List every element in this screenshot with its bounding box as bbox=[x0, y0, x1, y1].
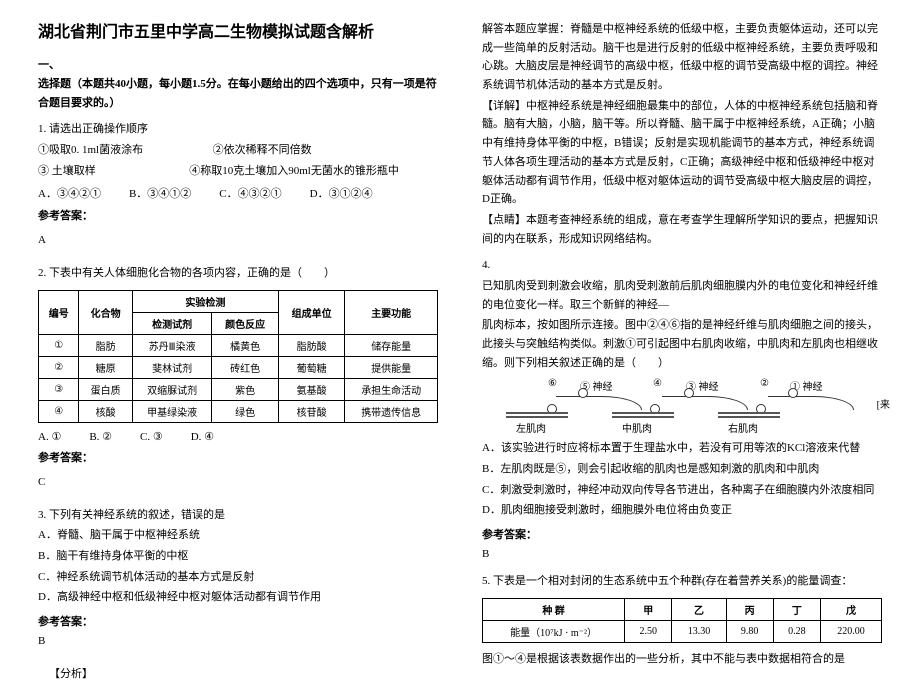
q2-h-c2: 化合物 bbox=[79, 290, 132, 334]
right-muscle bbox=[718, 412, 780, 418]
q5-table: 种 群 甲 乙 丙 丁 戊 能量（10⁷kJ · m⁻²） 2.50 13.30… bbox=[482, 598, 882, 643]
q2-answer: C bbox=[38, 473, 438, 492]
q1-answer: A bbox=[38, 231, 438, 250]
table-row: ①脂肪苏丹Ⅲ染液橘黄色脂肪酸储存能量 bbox=[39, 334, 438, 356]
nerve-curve5 bbox=[556, 396, 642, 410]
q4-stem-a: 已知肌肉受到刺激会收缩，肌肉受刺激前后肌肉细胞膜内外的电位变化和神经纤维的电位变… bbox=[482, 277, 882, 314]
q1-opt-d: D．③①②④ bbox=[310, 185, 373, 201]
q4-answer: B bbox=[482, 545, 882, 564]
table-row: 能量（10⁷kJ · m⁻²） 2.50 13.30 9.80 0.28 220… bbox=[483, 620, 882, 642]
q2-h-c3a: 检测试剂 bbox=[132, 312, 212, 334]
q1-opt-a: A．③④②① bbox=[38, 185, 101, 201]
section1-number: 一、 bbox=[38, 56, 438, 72]
mid-muscle-label: 中肌肉 bbox=[622, 420, 652, 435]
q2-opt-a: A. ① bbox=[38, 430, 61, 443]
left-muscle-label: 左肌肉 bbox=[516, 420, 546, 435]
q1-opt-b: B．③④①② bbox=[129, 185, 191, 201]
table-row: ④核酸甲基绿染液绿色核苷酸携带遗传信息 bbox=[39, 400, 438, 422]
marker2-label: ② bbox=[760, 378, 769, 389]
q2-opt-c: C. ③ bbox=[140, 430, 163, 443]
q3-opt-a: A．脊髓、脑干属于中枢神经系统 bbox=[38, 526, 438, 545]
q2-h-c3: 实验检测 bbox=[132, 290, 278, 312]
q1-step-row1: ①吸取0. 1ml菌液涂布 ②依次稀释不同倍数 bbox=[38, 141, 438, 160]
nerve-curve1 bbox=[768, 396, 854, 410]
q4-opt-d: D．肌肉细胞接受刺激时，细胞膜外电位将由负变正 bbox=[482, 501, 882, 520]
q5-stem: 5. 下表是一个相对封闭的生态系统中五个种群(存在着营养关系)的能量调查： bbox=[482, 572, 882, 591]
q4-number: 4. bbox=[482, 256, 882, 275]
q3-stem: 3. 下列有关神经系统的叙述，错误的是 bbox=[38, 506, 438, 525]
mid-muscle bbox=[612, 412, 674, 418]
q1-stem: 1. 请选出正确操作顺序 bbox=[38, 120, 438, 139]
q5-followup: 图①～④是根据该表数据作出的一些分析，其中不能与表中数据相符合的是 bbox=[482, 650, 882, 669]
diagram-annotation-lai: [来 bbox=[877, 396, 890, 411]
left-muscle bbox=[506, 412, 568, 418]
q2-h-c5: 主要功能 bbox=[345, 290, 438, 334]
q2-answer-label: 参考答案： bbox=[38, 449, 438, 465]
q1-step1: ①吸取0. 1ml菌液涂布 bbox=[38, 144, 143, 156]
q2-stem: 2. 下表中有关人体细胞化合物的各项内容，正确的是（ ） bbox=[38, 264, 438, 283]
q3-analysis-label: 【分析】 bbox=[38, 665, 438, 683]
q4-opt-c: C．刺激受刺激时，神经冲动双向传导各节进出，各种离子在细胞膜内外浓度相同 bbox=[482, 481, 882, 500]
q2-h-c4: 组成单位 bbox=[278, 290, 345, 334]
nerve-curve3 bbox=[662, 396, 748, 410]
q1-options: A．③④②① B．③④①② C．④③②① D．③①②④ bbox=[38, 185, 438, 201]
q3-opt-b: B．脑干有维持身体平衡的中枢 bbox=[38, 547, 438, 566]
q1-opt-c: C．④③②① bbox=[219, 185, 281, 201]
q4-opt-a: A．该实验进行时应将标本置于生理盐水中，若没有可用等浓的KCl溶液来代替 bbox=[482, 439, 882, 458]
q4-opt-b: B．左肌肉既是⑤，则会引起收缩的肌肉也是感知刺激的肌肉和中肌肉 bbox=[482, 460, 882, 479]
q1-step2: ②依次稀释不同倍数 bbox=[213, 144, 312, 156]
q3-analysis-p3: 【点睛】本题考查神经系统的组成，意在考查学生理解所学知识的要点，把握知识间的内在… bbox=[482, 211, 882, 248]
page: 湖北省荆门市五里中学高二生物模拟试题含解析 一、 选择题（本题共40小题，每小题… bbox=[0, 0, 920, 651]
q2-opt-b: B. ② bbox=[89, 430, 112, 443]
q3-answer: B bbox=[38, 632, 438, 651]
q1-step3: ③ 土壤取样 bbox=[38, 165, 96, 177]
q2-h-c1: 编号 bbox=[39, 290, 79, 334]
q3-answer-label: 参考答案： bbox=[38, 613, 438, 629]
q2-options: A. ① B. ② C. ③ D. ④ bbox=[38, 430, 438, 443]
q2-h-c3b: 颜色反应 bbox=[212, 312, 279, 334]
marker4-label: ④ bbox=[653, 378, 662, 389]
q1-answer-label: 参考答案： bbox=[38, 207, 438, 223]
q4-answer-label: 参考答案： bbox=[482, 526, 882, 542]
section1-title: 选择题（本题共40小题，每小题1.5分。在每小题给出的四个选项中，只有一项是符合… bbox=[38, 75, 438, 112]
page-title: 湖北省荆门市五里中学高二生物模拟试题含解析 bbox=[38, 18, 438, 42]
q3-opt-c: C．神经系统调节机体活动的基本方式是反射 bbox=[38, 568, 438, 587]
nerve-muscle-diagram: [来 ⑥ ⑤ 神经 ④ ③ 神经 ② ① 神经 左肌肉 中肌肉 右肌 bbox=[488, 378, 868, 433]
q1-step-row2: ③ 土壤取样 ④称取10克土壤加入90ml无菌水的锥形瓶中 bbox=[38, 162, 438, 181]
q3-analysis-p1: 解答本题应掌握：脊髓是中枢神经系统的低级中枢，主要负责躯体运动，还可以完成一些简… bbox=[482, 20, 882, 95]
q1-step4: ④称取10克土壤加入90ml无菌水的锥形瓶中 bbox=[189, 165, 399, 177]
left-column: 湖北省荆门市五里中学高二生物模拟试题含解析 一、 选择题（本题共40小题，每小题… bbox=[28, 18, 460, 651]
table-row: ③蛋白质双缩脲试剂紫色氨基酸承担生命活动 bbox=[39, 378, 438, 400]
q3-opt-d: D．高级神经中枢和低级神经中枢对躯体活动都有调节作用 bbox=[38, 588, 438, 607]
q3-analysis-p2: 【详解】中枢神经系统是神经细胞最集中的部位，人体的中枢神经系统包括脑和脊髓。脑有… bbox=[482, 97, 882, 209]
right-column: 解答本题应掌握：脊髓是中枢神经系统的低级中枢，主要负责躯体运动，还可以完成一些简… bbox=[460, 18, 892, 651]
q2-opt-d: D. ④ bbox=[191, 430, 214, 443]
q4-stem-b: 肌肉标本，按如图所示连接。图中②④⑥指的是神经纤维与肌肉细胞之间的接头，此接头与… bbox=[482, 316, 882, 372]
marker6-label: ⑥ bbox=[548, 378, 557, 389]
table-row: ②糖原斐林试剂砖红色葡萄糖提供能量 bbox=[39, 356, 438, 378]
right-muscle-label: 右肌肉 bbox=[728, 420, 758, 435]
q2-table: 编号 化合物 实验检测 组成单位 主要功能 检测试剂 颜色反应 ①脂肪苏丹Ⅲ染液… bbox=[38, 290, 438, 423]
